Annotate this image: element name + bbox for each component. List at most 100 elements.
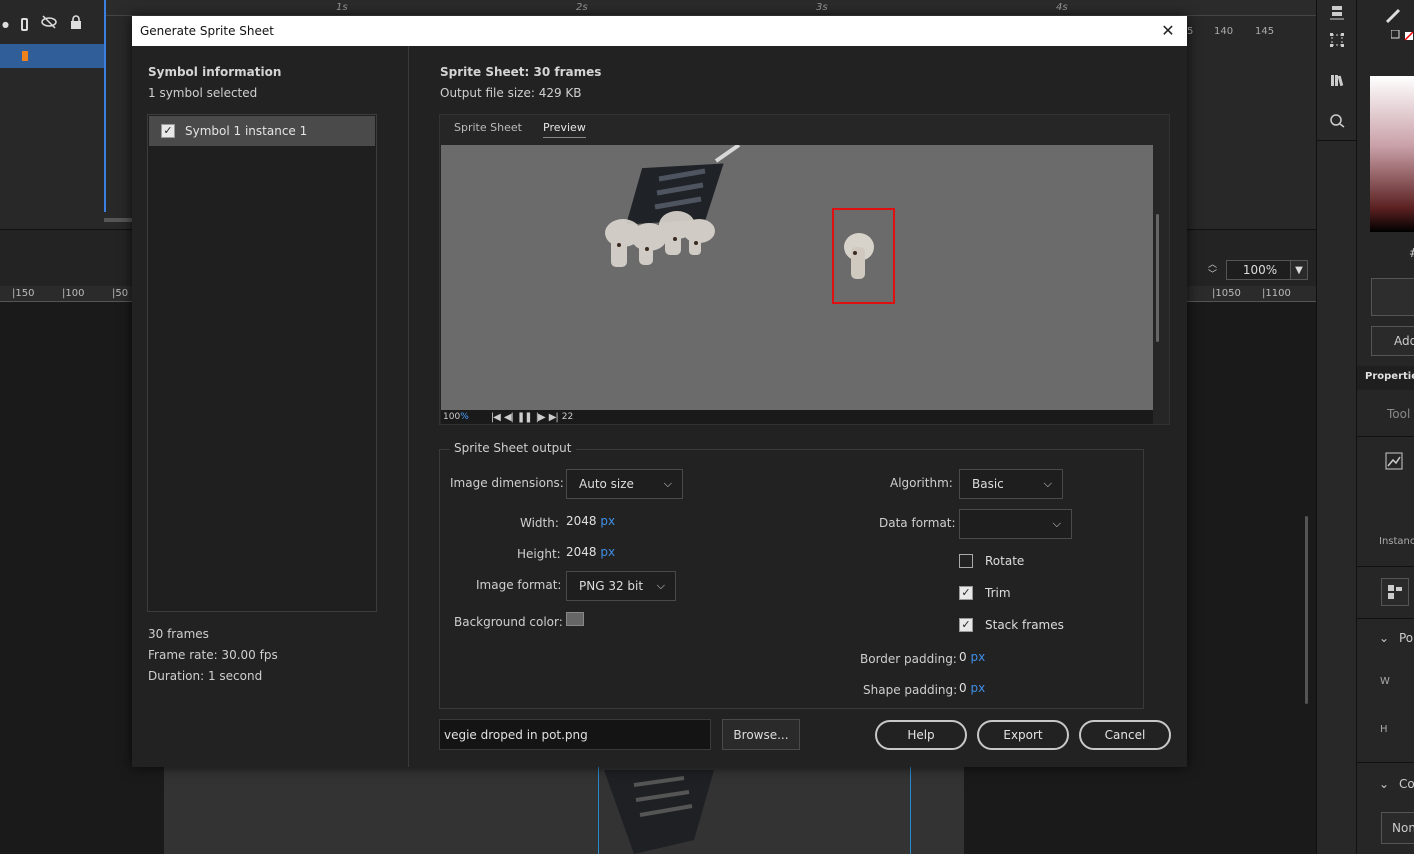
sprite-preview-area — [441, 145, 1153, 410]
zoom-stepper[interactable]: ︿ ﹀ — [1208, 260, 1217, 280]
transform-icon[interactable] — [1327, 32, 1347, 52]
pencil-icon[interactable] — [1385, 8, 1403, 27]
step-back-icon[interactable]: ◀| — [504, 412, 514, 423]
align-icon[interactable] — [1327, 4, 1347, 24]
background-color-swatch[interactable] — [566, 612, 584, 626]
library-icon[interactable] — [1327, 72, 1347, 92]
border-padding-value[interactable]: 0 px — [959, 650, 985, 664]
current-frame-number: 22 — [561, 412, 574, 422]
swap-symbol-icon[interactable] — [1381, 578, 1409, 606]
symbol-checkbox[interactable]: ✓ — [161, 124, 175, 138]
stroke-fill-swatch-icon[interactable] — [1390, 29, 1414, 45]
position-section-label[interactable]: Po — [1399, 631, 1413, 645]
layer-row-selected[interactable] — [0, 44, 104, 68]
frame-number: 145 — [1255, 26, 1275, 37]
color-effect-section-label[interactable]: Co — [1399, 777, 1414, 791]
height-label: Height: — [517, 547, 561, 561]
zoom-dropdown-chevron-icon[interactable]: ▼ — [1290, 260, 1308, 280]
properties-tab[interactable]: Properties — [1365, 371, 1414, 382]
symbol-list: ✓ Symbol 1 instance 1 — [147, 114, 377, 612]
color-collapse-chevron-icon[interactable]: ⌄ — [1379, 777, 1389, 791]
stack-frames-option[interactable]: ✓ Stack frames — [959, 618, 1064, 632]
color-effect-dropdown[interactable]: Non — [1381, 812, 1414, 844]
output-file-size: Output file size: 429 KB — [440, 86, 582, 100]
browse-button[interactable]: Browse... — [722, 719, 800, 750]
chevron-down-icon: ⌵ — [663, 477, 672, 490]
spatula-graphic — [604, 770, 714, 854]
image-format-label: Image format: — [476, 578, 562, 592]
shape-padding-value[interactable]: 0 px — [959, 681, 985, 695]
first-frame-icon[interactable]: |◀ — [491, 412, 501, 423]
shape-padding-label: Shape padding: — [863, 683, 958, 697]
export-button[interactable]: Export — [977, 720, 1069, 750]
position-collapse-chevron-icon[interactable]: ⌄ — [1379, 631, 1389, 645]
generate-sprite-sheet-dialog: Generate Sprite Sheet ✕ Symbol informati… — [132, 16, 1187, 767]
width-label: Width: — [520, 516, 559, 530]
symbol-information-heading: Symbol information — [148, 65, 282, 79]
add-swatch-button[interactable]: Add — [1371, 326, 1414, 356]
timeline-ruler[interactable]: 1s 2s 3s 4s — [104, 0, 1316, 16]
ruler-label: |1050 — [1212, 288, 1241, 299]
stage-scrollbar[interactable] — [1305, 516, 1308, 704]
assets-icon[interactable] — [1327, 112, 1347, 132]
ruler-tick-1s: 1s — [336, 2, 348, 13]
image-dimensions-dropdown[interactable]: Auto size ⌵ — [566, 469, 683, 499]
ruler-label: |150 — [12, 288, 35, 299]
stack-frames-checkbox[interactable]: ✓ — [959, 618, 973, 632]
timeline-scrollbar[interactable] — [104, 218, 132, 222]
ruler-tick-2s: 2s — [576, 2, 588, 13]
algorithm-value: Basic — [972, 477, 1004, 491]
rotate-label: Rotate — [985, 554, 1025, 568]
last-frame-icon[interactable]: ▶| — [549, 412, 559, 423]
symbol-label: Symbol 1 instance 1 — [185, 124, 308, 138]
stage-canvas[interactable] — [164, 760, 964, 854]
image-format-dropdown[interactable]: PNG 32 bit ⌵ — [566, 571, 676, 601]
stack-frames-label: Stack frames — [985, 618, 1064, 632]
list-item[interactable]: ✓ Symbol 1 instance 1 — [149, 116, 375, 146]
trim-option[interactable]: ✓ Trim — [959, 586, 1011, 600]
sprite-sheet-title: Sprite Sheet: 30 frames — [440, 65, 602, 79]
border-padding-label: Border padding: — [860, 652, 957, 666]
help-button[interactable]: Help — [875, 720, 967, 750]
output-filename-input[interactable]: vegie droped in pot.png — [439, 719, 711, 750]
background-color-label: Background color: — [454, 615, 563, 629]
color-picker-field[interactable] — [1370, 76, 1414, 232]
swatch-grid[interactable] — [1371, 278, 1414, 316]
current-frame-highlight — [832, 208, 895, 304]
trim-label: Trim — [985, 586, 1011, 600]
tab-preview[interactable]: Preview — [543, 121, 586, 138]
instance-label: Instanc — [1379, 536, 1414, 547]
algorithm-dropdown[interactable]: Basic ⌵ — [959, 469, 1063, 499]
panel-divider — [408, 46, 409, 767]
right-toolbar — [1316, 0, 1357, 854]
playbar-zoom[interactable]: 100% — [443, 412, 469, 422]
outline-icon[interactable] — [20, 17, 28, 31]
width-short-label: W — [1380, 676, 1390, 687]
cancel-button[interactable]: Cancel — [1079, 720, 1171, 750]
image-dimensions-value: Auto size — [579, 477, 634, 491]
pause-icon[interactable]: ❚❚ — [517, 412, 533, 423]
frame-number: 140 — [1214, 26, 1234, 37]
zoom-field[interactable]: 100% — [1226, 260, 1294, 280]
height-value[interactable]: 2048 px — [566, 545, 615, 559]
width-value[interactable]: 2048 px — [566, 514, 615, 528]
tab-sprite-sheet[interactable]: Sprite Sheet — [454, 121, 522, 134]
step-forward-icon[interactable]: |▶ — [536, 412, 546, 423]
rotate-checkbox[interactable] — [959, 554, 973, 568]
stage-guide-line — [598, 760, 599, 854]
trim-checkbox[interactable]: ✓ — [959, 586, 973, 600]
close-icon[interactable]: ✕ — [1157, 20, 1179, 42]
rotate-option[interactable]: Rotate — [959, 554, 1024, 568]
chevron-down-icon: ⌵ — [656, 579, 665, 592]
data-format-dropdown[interactable]: ⌵ — [959, 509, 1072, 539]
lock-icon[interactable] — [70, 15, 82, 33]
playhead[interactable] — [104, 0, 106, 212]
algorithm-label: Algorithm: — [890, 476, 953, 490]
none-option: Non — [1392, 821, 1414, 835]
ruler-tick-4s: 4s — [1056, 2, 1068, 13]
frames-count: 30 frames — [148, 627, 209, 641]
visibility-hidden-icon[interactable] — [40, 15, 58, 33]
keyframe-marker[interactable] — [22, 51, 28, 61]
symbol-instance-icon — [1385, 452, 1403, 473]
preview-scrollbar[interactable] — [1156, 214, 1159, 342]
